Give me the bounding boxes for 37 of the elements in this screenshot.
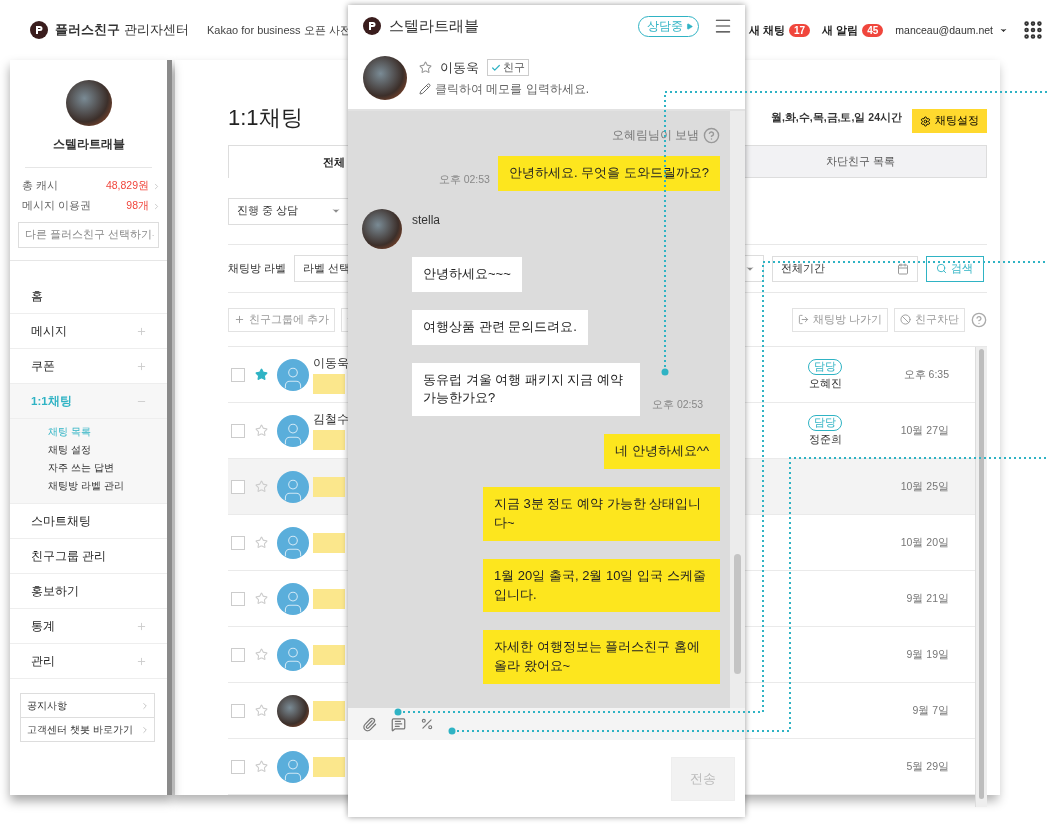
- page-title: 1:1채팅: [228, 104, 303, 133]
- profile-name: 스텔라트래블: [51, 136, 126, 153]
- message-time: 오후 02:53: [438, 172, 490, 187]
- sent-message: 자세한 여행정보는 플러스친구 홈에 올라 왔어요~: [483, 630, 720, 685]
- sender-name: stella: [412, 212, 440, 227]
- balance-label: 메시지 이용권: [22, 199, 92, 213]
- sent-message: 네 안녕하세요^^: [604, 434, 720, 470]
- date-text: 오후 6:35: [902, 367, 950, 382]
- sent-message: 안녕하세요. 무엇을 도와드릴까요?: [497, 156, 720, 191]
- friend-badge: 친구: [487, 59, 529, 76]
- balance-value: 98개: [126, 199, 149, 213]
- sender-note: 오혜림님이 보냄: [611, 127, 699, 144]
- received-message: 안녕하세요~~~: [412, 256, 522, 292]
- chat-title: 스텔라트래블: [389, 16, 480, 36]
- sent-message: 1월 20일 출국, 2월 10일 입국 스케줄입니다.: [483, 558, 720, 613]
- date-text: 10월 27일: [899, 423, 950, 438]
- date-text: 9월 19일: [905, 647, 950, 662]
- balance-value: 48,829원: [105, 179, 149, 193]
- label-filter-label: 채팅방 라벨: [228, 261, 286, 276]
- sent-message: 지금 3분 정도 예약 가능한 상태입니다~: [483, 487, 720, 541]
- friend-name: 이동욱: [440, 58, 479, 77]
- received-message: 동유럽 겨울 여행 패키지 지금 예약 가능한가요?: [412, 362, 640, 417]
- date-text: 10월 20일: [899, 535, 950, 550]
- date-text: 10월 25일: [899, 479, 950, 494]
- contact-name: 이동욱: [313, 355, 350, 372]
- assignee-name: 오혜진: [808, 376, 842, 391]
- count-badge: 17: [789, 23, 811, 37]
- contact-name: 김철수: [313, 411, 350, 428]
- date-text: 9월 7일: [911, 703, 950, 718]
- date-text: 5월 29일: [905, 759, 950, 774]
- balance-label: 총 캐시: [22, 179, 59, 193]
- received-message: 여행상품 관련 문의드려요.: [412, 309, 588, 345]
- date-text: 9월 21일: [905, 591, 950, 606]
- assignee-name: 정준희: [808, 432, 842, 447]
- count-badge: 45: [862, 23, 884, 37]
- hours-text: 월,화,수,목,금,토,일 24시간: [770, 111, 902, 126]
- app-title: 플러스친구 관리자센터: [55, 21, 189, 39]
